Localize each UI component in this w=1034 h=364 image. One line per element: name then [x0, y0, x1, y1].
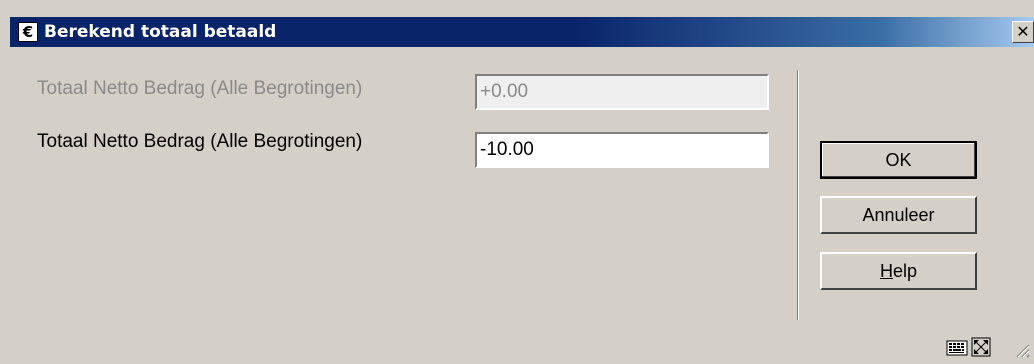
help-mnemonic: H — [879, 261, 893, 281]
cancel-button[interactable]: Annuleer — [820, 196, 977, 234]
netto-bedrag-label: Totaal Netto Bedrag (Alle Begrotingen) — [37, 131, 363, 152]
close-icon: ✕ — [1016, 22, 1030, 41]
resize-grip-icon[interactable] — [1012, 340, 1030, 358]
help-label: elp — [892, 261, 918, 281]
netto-bedrag-field[interactable]: -10.00 — [475, 132, 769, 168]
vertical-separator — [797, 70, 799, 320]
close-button[interactable]: ✕ — [1012, 21, 1034, 43]
title-bar[interactable]: € Berekend totaal betaald ✕ — [10, 17, 1034, 47]
netto-bedrag-label-disabled: Totaal Netto Bedrag (Alle Begrotingen) — [37, 78, 363, 99]
maximize-icon[interactable] — [970, 336, 992, 358]
euro-icon: € — [18, 22, 38, 42]
dialog-window: € Berekend totaal betaald ✕ Totaal Netto… — [0, 0, 1034, 364]
ok-button[interactable]: OK — [820, 141, 977, 179]
keyboard-icon[interactable] — [946, 336, 968, 358]
dialog-title: Berekend totaal betaald — [44, 22, 277, 42]
netto-bedrag-field-disabled: +0.00 — [475, 74, 769, 110]
help-button[interactable]: Help — [820, 252, 977, 290]
